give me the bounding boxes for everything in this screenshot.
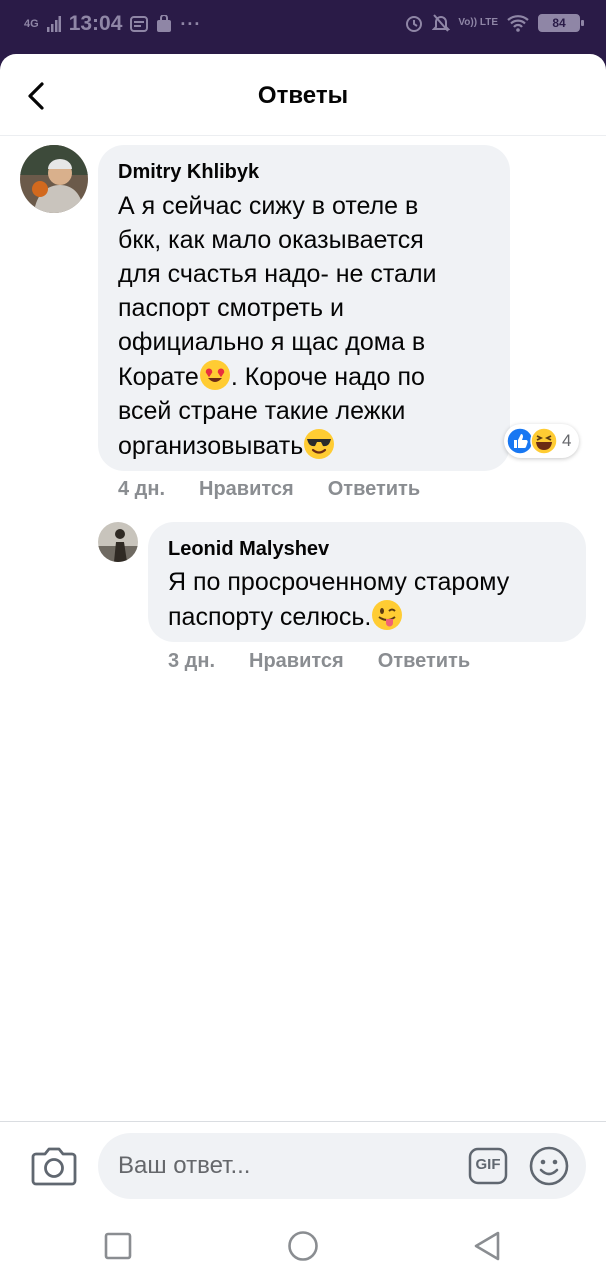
comment-line: А я сейчас сижу в отеле в: [118, 192, 419, 220]
camera-button[interactable]: [30, 1144, 78, 1188]
square-icon: [104, 1232, 132, 1260]
home-button[interactable]: [286, 1229, 320, 1263]
header: Ответы: [0, 54, 606, 136]
comment-line-text: организовывать: [118, 432, 304, 460]
shopping-bag-icon: [157, 15, 172, 32]
circle-icon: [288, 1231, 318, 1261]
reply-text: Я по просроченному старому паспорту селю…: [168, 565, 578, 634]
emoji-button[interactable]: [528, 1145, 570, 1187]
network-indicator: 4G: [24, 17, 39, 30]
reply-line-text: паспорту селюсь.: [168, 603, 372, 631]
comment-line: паспорт смотреть и: [118, 294, 344, 322]
comment-line: Корате . Короче надо по: [118, 359, 498, 394]
back-nav-button[interactable]: [470, 1229, 504, 1263]
triangle-back-icon: [474, 1231, 500, 1261]
navigation-bar: [0, 1221, 606, 1280]
more-notifications: ···: [180, 13, 202, 34]
reply-author[interactable]: Leonid Malyshev: [168, 538, 329, 561]
comment-line: официально я щас дома в: [118, 328, 426, 356]
haha-icon: [530, 427, 558, 455]
gif-button[interactable]: GIF: [468, 1147, 508, 1185]
wifi-icon: [507, 15, 529, 32]
avatar[interactable]: [98, 522, 138, 562]
reply-timestamp[interactable]: 3 дн.: [168, 650, 215, 673]
comment-text: А я сейчас сижу в отеле в бкк, как мало …: [118, 189, 498, 463]
mute-notifications-icon: [432, 14, 451, 32]
gif-label: GIF: [475, 1156, 501, 1173]
comment-author[interactable]: Dmitry Khlibyk: [118, 161, 259, 184]
recents-button[interactable]: [101, 1229, 135, 1263]
comment-actions: 4 дн. Нравится Ответить: [118, 478, 420, 501]
status-bar: 4G 13:04 ··· Vo)) LTE 84: [0, 0, 606, 54]
reactions-summary[interactable]: 4: [504, 424, 580, 458]
battery-level: 84: [552, 16, 566, 30]
clock: 13:04: [68, 12, 123, 35]
reply-button[interactable]: Ответить: [328, 478, 420, 501]
battery-indicator: 84: [538, 14, 584, 32]
like-button[interactable]: Нравится: [249, 650, 344, 673]
sunglasses-emoji: [304, 429, 335, 459]
reply-input[interactable]: [98, 1133, 586, 1199]
smiley-icon: [529, 1146, 569, 1186]
camera-icon: [31, 1147, 77, 1186]
reply-composer: GIF: [0, 1121, 606, 1221]
comment-line: всей стране такие лежки: [118, 397, 406, 425]
replies-screen: Ответы Dmitry Khlibyk А я сейчас сижу в …: [0, 54, 606, 1280]
comment-line-text: Корате: [118, 363, 199, 391]
reply-actions: 3 дн. Нравится Ответить: [168, 650, 470, 673]
page-title: Ответы: [257, 82, 349, 109]
volte-indicator: Vo)) LTE: [458, 17, 498, 28]
signal-icon: [46, 16, 61, 32]
like-button[interactable]: Нравится: [199, 478, 294, 501]
message-icon: [130, 16, 149, 32]
comment-line: организовывать: [118, 428, 498, 463]
winking-tongue-emoji: [372, 600, 403, 630]
reply-line: Я по просроченному старому: [168, 568, 510, 596]
heart-eyes-emoji: [199, 360, 230, 390]
avatar[interactable]: [20, 145, 88, 213]
reaction-count: 4: [562, 431, 572, 450]
comment-line-text: . Короче надо по: [230, 363, 425, 391]
comment-line: бкк, как мало оказывается: [118, 226, 424, 254]
alarm-icon: [406, 16, 423, 32]
comment-timestamp[interactable]: 4 дн.: [118, 478, 165, 501]
comment-line: для счастья надо- не стали: [118, 260, 437, 288]
reply-button[interactable]: Ответить: [378, 650, 470, 673]
reply-line: паспорту селюсь.: [168, 599, 578, 634]
